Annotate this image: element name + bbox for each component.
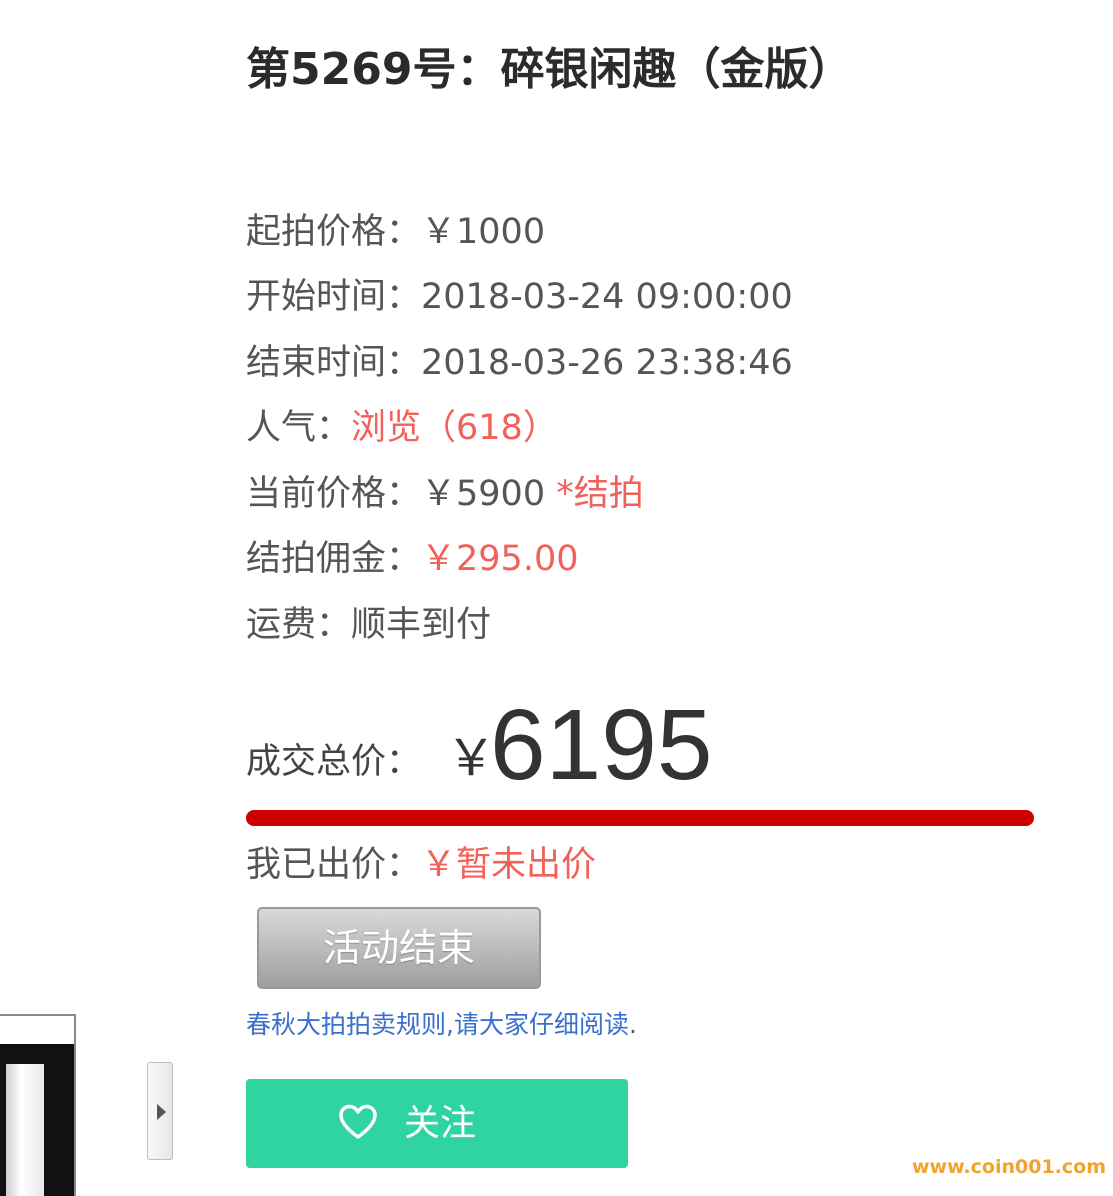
current-price-value: ￥5900: [421, 474, 546, 514]
popularity-row: 人气：浏览（618）: [246, 404, 558, 452]
shipping-label: 运费：: [246, 605, 352, 645]
commission-row: 结拍佣金：￥295.00: [246, 535, 578, 583]
auction-rules-link[interactable]: 春秋大拍拍卖规则,请大家仔细阅读: [246, 1010, 629, 1039]
my-bid-label: 我已出价：: [246, 845, 422, 885]
start-price-value: ￥1000: [421, 212, 546, 252]
auction-rules-link-row: 春秋大拍拍卖规则,请大家仔细阅读.: [246, 1008, 637, 1042]
my-bid-row: 我已出价：￥暂未出价: [246, 841, 596, 889]
lot-detail-page: 第5269号：碎银闲趣（金版） 起拍价格：￥1000 开始时间：2018-03-…: [0, 0, 1113, 1196]
shipping-row: 运费：顺丰到付: [246, 601, 491, 649]
start-time-row: 开始时间：2018-03-24 09:00:00: [246, 273, 793, 321]
follow-label: 关注: [404, 1103, 477, 1144]
total-price-divider: [246, 810, 1034, 826]
commission-value: ￥295.00: [421, 539, 579, 579]
popularity-value: 浏览（618）: [351, 408, 558, 448]
activity-ended-button[interactable]: 活动结束: [257, 907, 541, 989]
lot-title: 第5269号：碎银闲趣（金版）: [246, 44, 853, 95]
auction-closed-badge: *结拍: [556, 474, 644, 514]
total-price-currency: ￥: [446, 729, 496, 787]
thumbnail-image: [0, 1044, 74, 1196]
end-time-label: 结束时间：: [246, 343, 422, 383]
site-watermark: www.coin001.com: [912, 1156, 1107, 1178]
shipping-value: 顺丰到付: [351, 605, 492, 645]
start-price-label: 起拍价格：: [246, 212, 422, 252]
commission-label: 结拍佣金：: [246, 539, 422, 579]
total-price-label: 成交总价：: [246, 742, 422, 782]
total-price-value: 6195: [490, 689, 713, 801]
my-bid-value: ￥暂未出价: [421, 845, 597, 885]
start-price-row: 起拍价格：￥1000: [246, 208, 545, 256]
heart-outline-icon: [339, 1104, 377, 1139]
next-thumbnail-button[interactable]: [147, 1062, 173, 1160]
triangle-right-icon: [157, 1104, 166, 1120]
end-time-value: 2018-03-26 23:38:46: [421, 343, 793, 383]
thumbnail-silver-bar: [6, 1064, 44, 1196]
start-time-label: 开始时间：: [246, 277, 422, 317]
popularity-label: 人气：: [246, 408, 352, 448]
start-time-value: 2018-03-24 09:00:00: [421, 277, 793, 317]
end-time-row: 结束时间：2018-03-26 23:38:46: [246, 339, 793, 387]
thumbnail-frame[interactable]: [0, 1014, 76, 1196]
current-price-label: 当前价格：: [246, 474, 422, 514]
follow-button[interactable]: 关注: [246, 1079, 628, 1168]
auction-rules-period: .: [628, 1010, 637, 1039]
current-price-row: 当前价格：￥5900 *结拍: [246, 470, 644, 518]
